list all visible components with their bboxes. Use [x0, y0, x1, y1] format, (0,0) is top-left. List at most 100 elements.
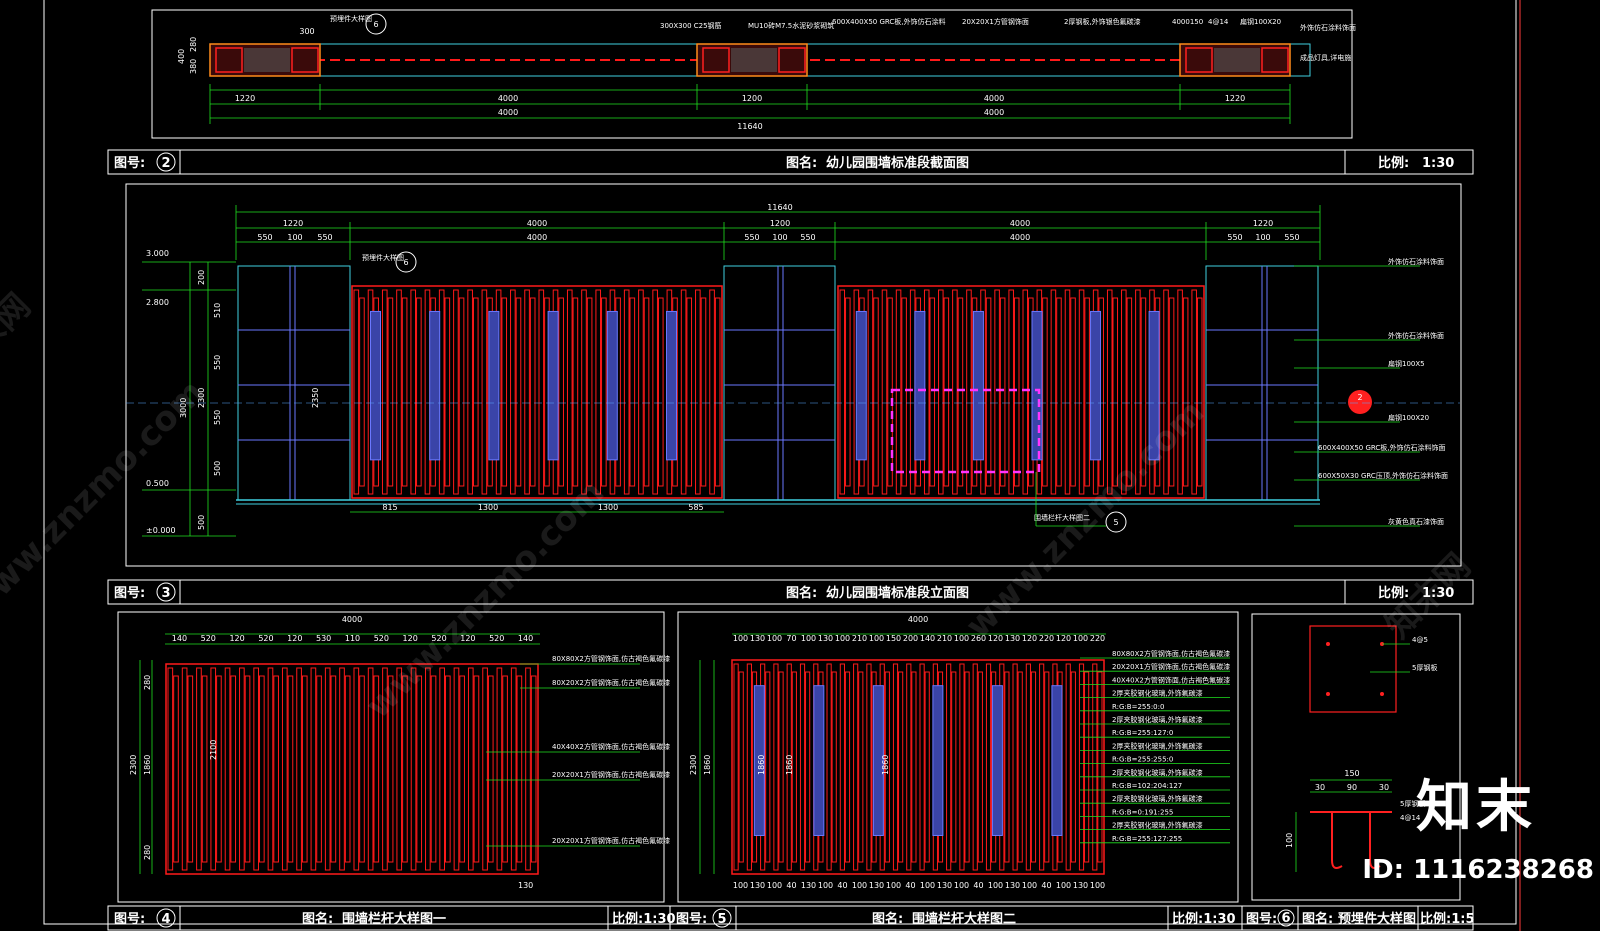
rail-bar: [773, 663, 779, 871]
svg-text:图号:: 图号:: [1246, 912, 1277, 927]
rail-bar: [267, 667, 274, 871]
svg-text:585: 585: [688, 503, 703, 512]
rail-bar-inner: [1084, 297, 1090, 487]
rail-bar-inner: [714, 297, 721, 487]
svg-text:4000: 4000: [1010, 233, 1030, 242]
rail-bar: [1012, 663, 1018, 871]
rail-bar: [909, 289, 916, 495]
titlebar-section: 图号: 2 图名: 幼儿园围墙标准段截面图 比例: 1:30: [107, 149, 1474, 175]
rail-bar: [510, 667, 517, 871]
dim-label: 100: [1022, 881, 1037, 890]
d2-note: 2厚夹胶钢化玻璃,外饰氟碳漆: [1112, 715, 1203, 724]
rail-bar: [866, 663, 872, 871]
rail-bar-inner: [530, 675, 537, 863]
rail-bar-inner: [416, 297, 422, 487]
dim-label: 140: [920, 634, 935, 643]
rail-bar: [881, 289, 888, 495]
rail-bar-inner: [1030, 671, 1037, 863]
rail-bar: [1092, 663, 1098, 871]
rail-bar-inner: [516, 675, 523, 863]
level-0500: 0.500: [146, 479, 169, 488]
d2-note: R:G:B=255:127:0: [1112, 729, 1173, 737]
rail-bar: [1022, 289, 1029, 495]
section-plan-view: 1220 4000 1200 4000 1220 4000 4000 11640…: [151, 9, 1356, 139]
glass-strip: [666, 310, 677, 461]
rail-bar: [623, 289, 630, 495]
dim-label: 130: [750, 634, 765, 643]
callout-label: 预埋件大样图: [330, 14, 372, 23]
pier-right: [1179, 43, 1291, 77]
section-num-label: 图号:: [114, 156, 145, 171]
rail-bar-inner: [416, 675, 423, 863]
dim-label: 100: [818, 881, 833, 890]
pier-left: [209, 43, 321, 77]
dim-label: 40: [1041, 881, 1051, 890]
rail-bar: [826, 663, 832, 871]
rail-bar-inner: [244, 675, 251, 863]
rail-bar: [1078, 289, 1085, 495]
glass-strip: [855, 310, 867, 461]
svg-text:外饰仿石涂料饰面: 外饰仿石涂料饰面: [1388, 331, 1444, 340]
rail-bar: [595, 289, 602, 495]
svg-text:20X20X1方管钢饰面,仿古褐色氟碳漆: 20X20X1方管钢饰面,仿古褐色氟碳漆: [552, 770, 670, 779]
plan-total: 11640: [737, 122, 762, 131]
svg-text:30: 30: [1315, 783, 1325, 792]
rail-bar-inner: [778, 671, 784, 863]
svg-text:815: 815: [382, 503, 397, 512]
dim-label: 520: [201, 634, 216, 643]
rail-bar: [396, 289, 402, 495]
d1-notes: 80X80X2方管钢饰面,仿古褐色氟碳漆 80X20X2方管钢饰面,仿古褐色氟碳…: [486, 654, 670, 847]
svg-text:280: 280: [143, 845, 152, 860]
svg-text:4000: 4000: [908, 615, 928, 624]
rail-bar-inner: [1084, 671, 1090, 863]
rail-bar-inner: [1056, 297, 1062, 487]
sheet-frame: [43, 0, 1517, 925]
rail-bar-inner: [330, 675, 337, 863]
svg-text:550: 550: [257, 233, 272, 242]
svg-text:550: 550: [1284, 233, 1299, 242]
level-0000: ±0.000: [146, 526, 176, 535]
rail-bar-inner: [230, 675, 237, 863]
rail-bar-inner: [259, 675, 265, 863]
svg-text:5厚钢板: 5厚钢板: [1412, 663, 1437, 672]
svg-text:100: 100: [1285, 833, 1294, 848]
rail-bar: [425, 667, 431, 871]
rail-bar: [709, 289, 715, 495]
rail-bar-inner: [1004, 671, 1010, 863]
d2-note: R:G:B=255:127:255: [1112, 835, 1182, 843]
rail-bar: [467, 667, 474, 871]
d2-note: R:G:B=255:255:0: [1112, 756, 1173, 764]
rail-bar: [919, 663, 925, 871]
dim-label: 100: [767, 634, 782, 643]
rail-bar-inner: [765, 671, 771, 863]
rail-bar: [799, 663, 806, 871]
rail-bar: [733, 663, 739, 871]
rail-bar: [538, 289, 545, 495]
glass-strip: [972, 310, 984, 461]
svg-text:2350: 2350: [311, 388, 320, 408]
dim-label: 130: [801, 881, 816, 890]
glass-strip: [547, 310, 559, 461]
plan-side-400: 400: [177, 49, 186, 64]
svg-text:280: 280: [143, 675, 152, 690]
dim-label: 150: [886, 634, 901, 643]
svg-text:1860: 1860: [757, 755, 766, 775]
dim-label: 100: [920, 881, 935, 890]
svg-text:1860: 1860: [143, 755, 152, 775]
rail-bar-inner: [201, 675, 208, 863]
rail-bar: [410, 289, 417, 495]
rail-bar-inner: [430, 675, 437, 863]
rail-bar-inner: [1017, 671, 1023, 863]
dim-label: 130: [1005, 881, 1020, 890]
dim-label: 530: [316, 634, 331, 643]
rail-bar: [1050, 289, 1057, 495]
dim-label: 40: [973, 881, 983, 890]
d2-note: 2厚夹胶钢化玻璃,外饰氟碳漆: [1112, 741, 1203, 750]
rail-bar-inner: [487, 675, 494, 863]
svg-text:200: 200: [197, 270, 206, 285]
svg-text:幼儿园围墙标准段立面图: 幼儿园围墙标准段立面图: [826, 585, 969, 601]
svg-text:510: 510: [213, 303, 222, 318]
dim-label: 130: [818, 634, 833, 643]
dim-label: 140: [172, 634, 187, 643]
svg-text:600X400X50 GRC板,外饰仿石涂料饰面: 600X400X50 GRC板,外饰仿石涂料饰面: [1318, 443, 1446, 452]
